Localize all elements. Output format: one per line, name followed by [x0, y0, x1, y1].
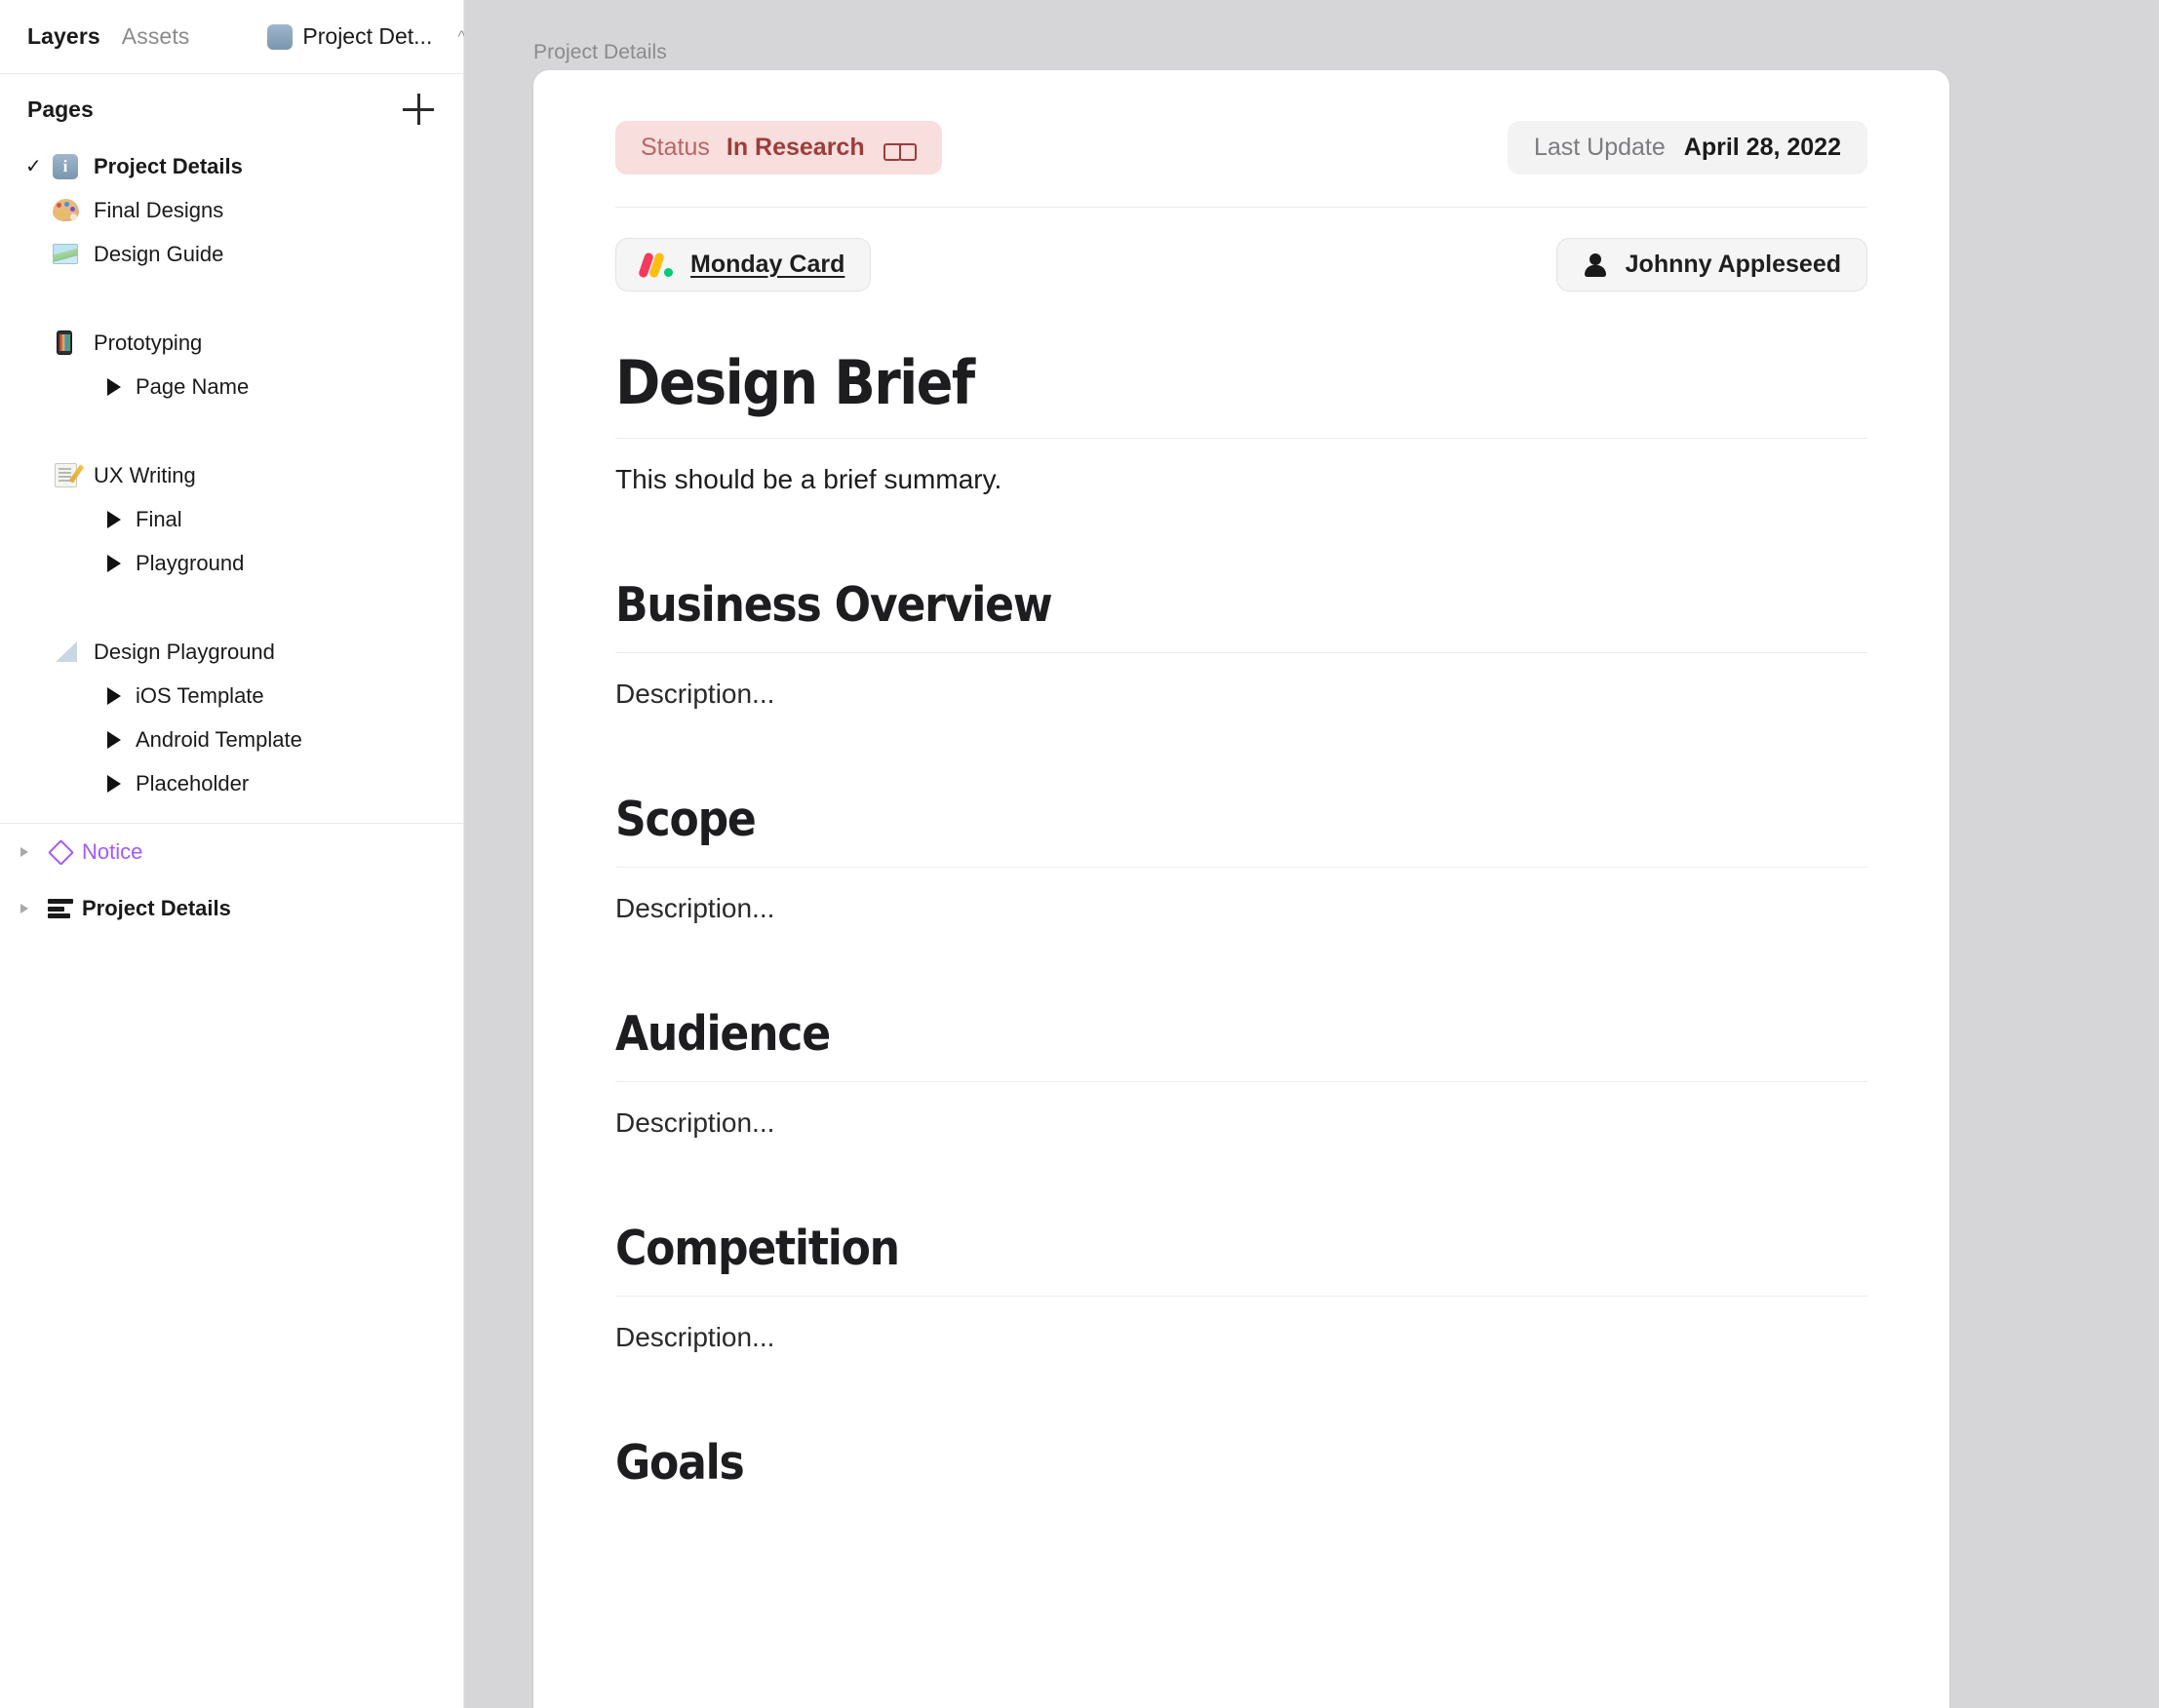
monday-logo-icon [638, 251, 673, 279]
expand-caret-icon[interactable] [10, 904, 39, 913]
frame-label[interactable]: Project Details [533, 41, 667, 64]
page-row-prototyping[interactable]: Prototyping [0, 321, 463, 365]
page-row-placeholder[interactable]: Placeholder [0, 761, 463, 805]
page-label: Design Playground [94, 639, 275, 664]
page-row-project-details[interactable]: ✓ Project Details [0, 144, 463, 188]
document-title: Design Brief [615, 347, 975, 418]
section-heading: Audience [615, 1005, 831, 1062]
page-row-design-guide[interactable]: Design Guide [0, 232, 463, 276]
meta-divider [615, 207, 1867, 208]
section-body[interactable]: Description... [615, 893, 1867, 924]
assignee-chip[interactable]: Johnny Appleseed [1555, 238, 1867, 291]
pages-header: Pages [0, 74, 463, 144]
phone-emoji-icon [53, 330, 86, 355]
section-body[interactable]: Description... [615, 1107, 1867, 1139]
page-row-playground[interactable]: Playground [0, 541, 463, 585]
layer-row-project-details[interactable]: Project Details [0, 880, 463, 937]
expand-caret-icon[interactable] [10, 847, 39, 857]
sidebar-tabbar: Layers Assets Project Det... ^ [0, 0, 465, 74]
page-label: Design Guide [94, 241, 224, 266]
section-divider [615, 652, 1867, 654]
status-value: In Research [726, 134, 865, 161]
triangle-right-icon[interactable] [107, 510, 121, 528]
triangle-right-icon[interactable] [107, 377, 121, 396]
section-competition: Competition Description... [615, 1220, 1867, 1353]
status-label: Status [641, 134, 710, 161]
add-page-button[interactable] [403, 94, 434, 125]
page-label: iOS Template [136, 682, 264, 708]
check-icon: ✓ [25, 156, 42, 177]
triangle-right-icon[interactable] [107, 774, 121, 793]
info-emoji-icon [267, 23, 294, 50]
section-heading: Goals [615, 1434, 745, 1491]
map-emoji-icon [53, 244, 86, 264]
section-heading: Business Overview [615, 577, 1053, 634]
page-label: Project Details [94, 153, 243, 178]
section-heading: Scope [615, 792, 757, 848]
glasses-emoji-icon [883, 139, 917, 161]
section-scope: Scope Description... [615, 792, 1867, 924]
layer-row-notice[interactable]: Notice [0, 824, 463, 880]
section-goals: Goals [615, 1434, 1867, 1491]
monday-card-chip[interactable]: Monday Card [615, 238, 872, 291]
page-row-design-playground[interactable]: Design Playground [0, 630, 463, 674]
section-divider [615, 866, 1867, 868]
figma-window: Layers Assets Project Det... ^ Pages ✓ P… [0, 0, 2159, 1708]
component-diamond-icon [39, 838, 82, 866]
info-emoji-icon [53, 153, 86, 179]
pages-title: Pages [27, 96, 94, 122]
document-summary[interactable]: This should be a brief summary. [615, 464, 1867, 495]
tab-layers[interactable]: Layers [27, 23, 122, 50]
triangle-right-icon[interactable] [107, 554, 121, 572]
page-label: Page Name [136, 373, 250, 399]
title-divider [615, 438, 1867, 440]
page-label: UX Writing [94, 462, 196, 487]
page-label: Android Template [136, 726, 302, 752]
page-row-ux-writing[interactable]: UX Writing [0, 453, 463, 497]
memo-emoji-icon [53, 463, 86, 487]
monday-card-label: Monday Card [690, 251, 845, 278]
section-audience: Audience Description... [615, 1005, 1867, 1139]
last-update-label: Last Update [1533, 134, 1666, 161]
last-update-value: April 28, 2022 [1683, 134, 1841, 161]
palette-emoji-icon [53, 199, 86, 221]
page-label: Playground [136, 550, 245, 575]
page-row-page-name[interactable]: Page Name [0, 365, 463, 408]
page-label: Final Designs [94, 197, 224, 222]
layer-label: Project Details [82, 896, 231, 920]
triangle-right-icon[interactable] [107, 686, 121, 705]
design-canvas[interactable]: Project Details Status In Research Last … [464, 0, 2159, 1708]
section-heading: Competition [615, 1220, 900, 1276]
section-body[interactable]: Description... [615, 679, 1867, 710]
page-row-ios-template[interactable]: iOS Template [0, 674, 463, 718]
page-row-final-designs[interactable]: Final Designs [0, 188, 463, 232]
section-body[interactable]: Description... [615, 1322, 1867, 1353]
section-business-overview: Business Overview Description... [615, 577, 1867, 710]
project-details-frame[interactable]: Status In Research Last Update April 28,… [533, 70, 1949, 1708]
pages-list: ✓ Project Details Final Designs Design G… [0, 144, 463, 815]
auto-layout-icon [39, 899, 82, 918]
page-label: Placeholder [136, 770, 250, 796]
tab-assets[interactable]: Assets [122, 23, 212, 50]
ruler-emoji-icon [53, 641, 86, 662]
section-divider [615, 1080, 1867, 1082]
status-badge[interactable]: Status In Research [615, 121, 942, 175]
link-row: Monday Card Johnny Appleseed [615, 238, 1867, 291]
assignee-name: Johnny Appleseed [1625, 251, 1841, 278]
left-sidebar: Layers Assets Project Det... ^ Pages ✓ P… [0, 0, 465, 1708]
layer-label: Notice [82, 839, 143, 864]
section-divider [615, 1295, 1867, 1297]
page-row-android-template[interactable]: Android Template [0, 718, 463, 761]
person-icon [1583, 252, 1608, 278]
file-tab[interactable]: Project Det... ^ [267, 23, 465, 50]
page-row-final[interactable]: Final [0, 497, 463, 541]
page-label: Final [136, 506, 182, 531]
last-update-badge[interactable]: Last Update April 28, 2022 [1507, 121, 1867, 175]
file-tab-label: Project Det... [302, 23, 433, 49]
page-label: Prototyping [94, 330, 203, 355]
meta-row: Status In Research Last Update April 28,… [615, 70, 1867, 175]
triangle-right-icon[interactable] [107, 730, 121, 749]
